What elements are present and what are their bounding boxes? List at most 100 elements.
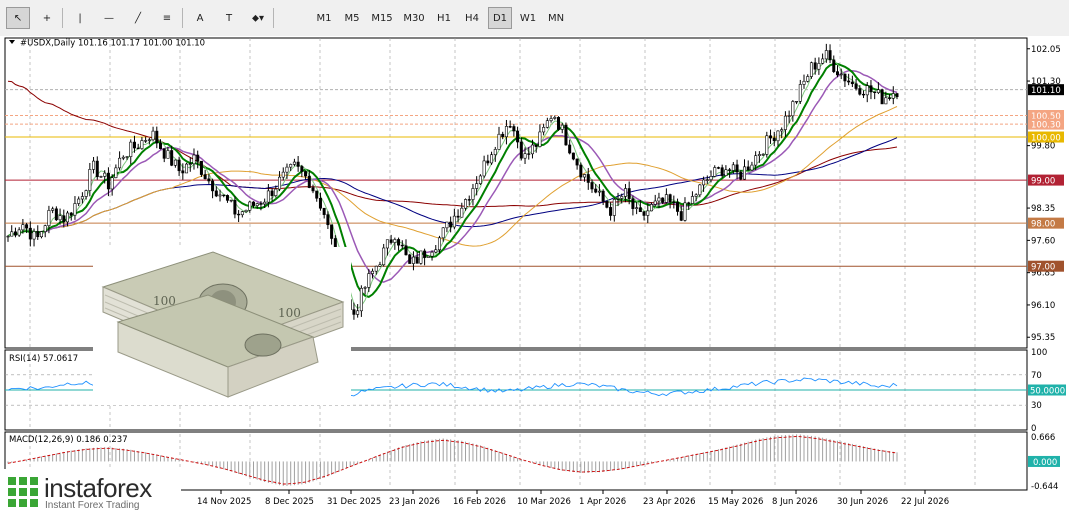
candle: [62, 215, 66, 223]
candle: [449, 221, 453, 228]
candle: [817, 63, 821, 70]
candle: [776, 130, 780, 142]
candle: [586, 174, 590, 183]
price-tag-label: 100.30: [1031, 121, 1061, 131]
price-tag-label: 99.00: [1031, 177, 1055, 187]
timeframe-m1-button[interactable]: M1: [312, 7, 336, 29]
candle: [207, 178, 211, 182]
macd-axis-label: -0.644: [1031, 482, 1058, 492]
tool-cursor-icon[interactable]: ↖: [6, 7, 30, 29]
candle: [620, 196, 624, 199]
date-axis-label: 31 Dec 2025: [327, 497, 381, 507]
timeframe-w1-button[interactable]: W1: [516, 7, 540, 29]
candle: [28, 227, 32, 240]
timeframe-d1-button[interactable]: D1: [488, 7, 512, 29]
candle: [501, 133, 505, 138]
tool-trend-line-icon[interactable]: ╱: [126, 7, 150, 29]
timeframe-m30-button[interactable]: M30: [400, 7, 428, 29]
candle: [218, 194, 222, 197]
candle: [13, 231, 17, 236]
candle: [862, 93, 866, 96]
tool-text-icon[interactable]: A: [188, 7, 212, 29]
candle: [162, 148, 166, 159]
candle: [720, 167, 724, 176]
timeframe-h1-button[interactable]: H1: [432, 7, 456, 29]
timeframe-h4-button[interactable]: H4: [460, 7, 484, 29]
candle: [832, 59, 836, 72]
candle: [869, 85, 873, 93]
tool-horizontal-line-icon[interactable]: —: [97, 7, 121, 29]
candle: [765, 135, 769, 155]
candle: [203, 174, 207, 180]
date-axis-label: 30 Jun 2026: [837, 497, 888, 507]
candle: [687, 202, 691, 204]
candle: [445, 221, 449, 229]
candle: [690, 196, 694, 204]
candle: [199, 160, 203, 175]
tool-text-label-icon[interactable]: T: [217, 7, 241, 29]
candle: [865, 85, 869, 96]
candle: [106, 172, 110, 190]
candle: [843, 73, 847, 82]
macd-axis-label: 0.666: [1031, 433, 1055, 443]
candle: [43, 225, 47, 232]
candle: [155, 130, 159, 144]
candle: [850, 81, 854, 85]
candle: [36, 231, 40, 238]
candle: [504, 126, 508, 138]
candle: [136, 147, 140, 150]
candle: [605, 200, 609, 208]
candle: [627, 188, 631, 199]
candle: [557, 117, 561, 130]
candle: [140, 140, 144, 149]
candle: [590, 182, 594, 190]
macd-tag-label: 0.000: [1033, 458, 1057, 468]
tool-shapes-icon[interactable]: ⬥▾: [246, 7, 270, 29]
timeframe-m15-button[interactable]: M15: [368, 7, 396, 29]
candle: [694, 194, 698, 197]
candle: [166, 150, 170, 159]
timeframe-mn-button[interactable]: MN: [544, 7, 568, 29]
candle: [735, 164, 739, 173]
candle: [754, 155, 758, 166]
timeframe-m5-button[interactable]: M5: [340, 7, 364, 29]
candle: [876, 89, 880, 93]
candle: [10, 231, 14, 237]
chart-header: #USDX,Daily 101.16 101.17 101.00 101.10: [20, 39, 205, 49]
candle: [304, 171, 308, 177]
candle: [780, 129, 784, 132]
candle: [244, 209, 248, 212]
rsi-tag-label: 50.0000: [1030, 387, 1065, 397]
candle: [795, 101, 799, 103]
price-tag-label: 100.00: [1031, 134, 1061, 144]
candle: [564, 124, 568, 146]
candle: [385, 239, 389, 249]
rsi-header: RSI(14) 57.0617: [9, 354, 78, 364]
instaforex-logo: instaforex Instant Forex Trading: [0, 469, 181, 513]
candle: [523, 153, 527, 159]
candle: [460, 207, 464, 218]
candle: [211, 180, 215, 192]
tool-fibonacci-icon[interactable]: ≡: [155, 7, 179, 29]
tool-vertical-line-icon[interactable]: |: [68, 7, 92, 29]
candle: [426, 255, 430, 258]
candle: [478, 175, 482, 184]
candle: [530, 144, 534, 155]
candle: [408, 254, 412, 264]
candle: [802, 80, 806, 85]
candle: [579, 164, 583, 178]
candle: [742, 166, 746, 180]
tool-crosshair-icon[interactable]: +: [35, 7, 59, 29]
candle: [724, 169, 728, 176]
candle: [233, 199, 237, 215]
candle: [467, 199, 471, 201]
candle: [813, 62, 817, 70]
price-tag-label: 101.10: [1031, 86, 1061, 96]
candle: [69, 212, 73, 216]
candle: [66, 212, 70, 223]
price-axis-label: 95.35: [1031, 333, 1055, 343]
candle: [132, 141, 136, 149]
candle: [553, 117, 557, 119]
candle: [58, 215, 62, 221]
candle: [170, 150, 174, 166]
